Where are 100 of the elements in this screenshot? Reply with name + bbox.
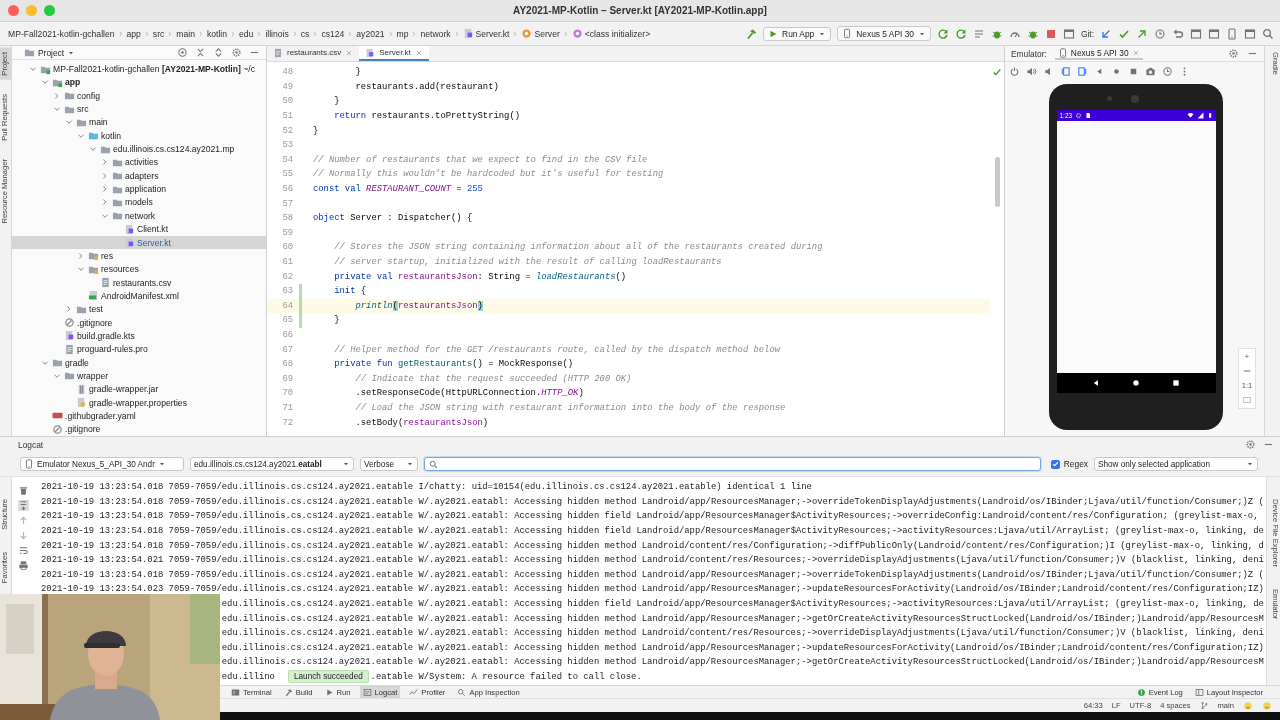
home-icon[interactable]	[1132, 379, 1140, 387]
filter-dropdown[interactable]: Show only selected application	[1094, 457, 1258, 471]
breadcrumb[interactable]: mp	[396, 28, 409, 39]
tree-item[interactable]: activities	[12, 155, 266, 170]
tree-item[interactable]: network	[12, 209, 266, 223]
stop-icon[interactable]	[1044, 27, 1057, 40]
tree-item[interactable]: kotlin	[12, 129, 266, 143]
volume-up-icon[interactable]	[1026, 65, 1037, 77]
window-icon[interactable]	[1062, 27, 1075, 40]
close-button[interactable]	[8, 5, 19, 16]
scroll-to-end-icon[interactable]	[17, 500, 29, 511]
close-icon[interactable]	[345, 48, 354, 57]
search-icon[interactable]	[1262, 27, 1274, 40]
close-icon[interactable]	[414, 48, 423, 57]
device-dropdown[interactable]: Emulator Nexus_5_API_30 Andr	[20, 457, 184, 471]
refresh-icon[interactable]	[936, 27, 949, 40]
tree-item[interactable]: MP-Fall2021-kotlin-gchallen [AY2021-MP-Kotlin] ~/c	[12, 62, 266, 76]
tree-item[interactable]: app	[12, 75, 266, 90]
trash-icon[interactable]	[17, 485, 29, 496]
breadcrumb[interactable]: cs124	[321, 28, 345, 39]
level-dropdown[interactable]: Verbose	[360, 457, 418, 471]
breadcrumb[interactable]: ay2021	[356, 28, 385, 39]
close-icon[interactable]	[1131, 48, 1140, 57]
view-dropdown[interactable]: Project	[24, 47, 76, 59]
rotate-left-icon[interactable]	[1060, 65, 1071, 77]
tree-item[interactable]: proguard-rules.pro	[12, 342, 266, 356]
tree-item[interactable]: wrapper	[12, 369, 266, 383]
settings-icon[interactable]	[1245, 439, 1256, 450]
phone-icon[interactable]	[1226, 27, 1238, 40]
wrap-icon[interactable]	[17, 545, 29, 556]
tree-item[interactable]: edu.illinois.cs.cs124.ay2021.mp	[12, 142, 266, 156]
tree-item[interactable]: config	[12, 89, 266, 103]
tree-item[interactable]: main	[12, 115, 266, 130]
power-icon[interactable]	[1009, 65, 1020, 77]
tree-item[interactable]: gradle-wrapper.jar	[12, 382, 266, 396]
tree-item[interactable]: res	[12, 249, 266, 263]
list-icon[interactable]	[972, 27, 985, 40]
target-icon[interactable]	[177, 47, 188, 59]
run-config-dropdown[interactable]: Run App	[763, 26, 832, 41]
breadcrumb[interactable]: Server.kt	[475, 28, 510, 39]
hammer-icon[interactable]	[745, 27, 758, 40]
zoom-button[interactable]	[44, 5, 55, 16]
tree-item[interactable]: Server.kt	[12, 235, 266, 250]
smile-icon[interactable]	[1262, 700, 1272, 711]
fit-icon[interactable]	[1242, 395, 1252, 405]
window-icon[interactable]	[1190, 27, 1202, 40]
tree-item[interactable]: gradle-wrapper.properties	[12, 395, 266, 410]
clock-icon[interactable]	[1162, 65, 1173, 77]
scrollbar-thumb[interactable]	[994, 157, 1000, 207]
breadcrumb[interactable]: Server	[534, 28, 560, 39]
breadcrumb[interactable]: <class initializer>	[584, 28, 651, 39]
process-dropdown[interactable]: edu.illinois.cs.cs124.ay2021.eatabl	[190, 457, 354, 471]
tree-item[interactable]: .githubgrader.yaml	[12, 409, 266, 423]
back-icon[interactable]	[1092, 379, 1100, 387]
tree-item[interactable]: build.gradle.kts	[12, 329, 266, 343]
tree-item[interactable]: restaurants.csv	[12, 275, 266, 290]
device-tab[interactable]: Nexus 5 API 30	[1054, 47, 1143, 60]
device-dropdown[interactable]: Nexus 5 API 30	[837, 26, 931, 41]
breadcrumb[interactable]: illinois	[265, 28, 289, 39]
tree-item[interactable]: adapters	[12, 169, 266, 183]
tree-item[interactable]: models	[12, 195, 266, 210]
tree-item[interactable]: .gitignore	[12, 315, 266, 330]
tree-item[interactable]: test	[12, 302, 266, 316]
tree-item[interactable]: gradle	[12, 355, 266, 370]
breadcrumb[interactable]: edu	[239, 28, 254, 39]
breadcrumb[interactable]: app	[126, 28, 141, 39]
arrow-up-icon[interactable]	[17, 515, 29, 526]
rotate-right-icon[interactable]	[1077, 65, 1088, 77]
camera-icon[interactable]	[1145, 65, 1156, 77]
window-icon[interactable]	[1244, 27, 1256, 40]
expand-icon[interactable]	[213, 47, 224, 59]
square-icon[interactable]	[1172, 379, 1180, 387]
arrow-down-icon[interactable]	[17, 530, 29, 541]
settings-icon[interactable]	[1228, 48, 1239, 59]
clock-icon[interactable]	[1154, 27, 1166, 40]
tree-item[interactable]: application	[12, 182, 266, 196]
breadcrumb[interactable]: kotlin	[206, 28, 228, 39]
refresh-icon[interactable]	[954, 27, 967, 40]
window-icon[interactable]	[1208, 27, 1220, 40]
breadcrumb[interactable]: MP-Fall2021-kotlin-gchallen	[8, 28, 115, 39]
tree-item[interactable]: AndroidManifest.xml	[12, 289, 266, 303]
arrow-icon[interactable]	[1136, 27, 1148, 40]
editor-tab[interactable]: restaurants.csv	[267, 46, 360, 61]
collapse-icon[interactable]	[195, 47, 206, 59]
breadcrumb[interactable]: network	[420, 28, 451, 39]
editor-tab[interactable]: Server.kt	[359, 46, 429, 61]
settings-icon[interactable]	[231, 47, 242, 59]
search-field[interactable]	[424, 457, 1041, 471]
smile-icon[interactable]	[1243, 700, 1253, 711]
checkbox[interactable]	[1050, 459, 1060, 469]
tree-item[interactable]: .gitignore	[12, 422, 266, 436]
tree-item[interactable]: src	[12, 102, 266, 116]
breadcrumb[interactable]: main	[176, 28, 195, 39]
breadcrumb[interactable]: src	[152, 28, 165, 39]
tree-item[interactable]: Client.kt	[12, 222, 266, 236]
printer-icon[interactable]	[17, 560, 29, 571]
undo-icon[interactable]	[1172, 27, 1184, 40]
arrow-icon[interactable]	[1100, 27, 1112, 40]
tree-item[interactable]: resources	[12, 262, 266, 276]
breadcrumb[interactable]: cs	[300, 28, 310, 39]
